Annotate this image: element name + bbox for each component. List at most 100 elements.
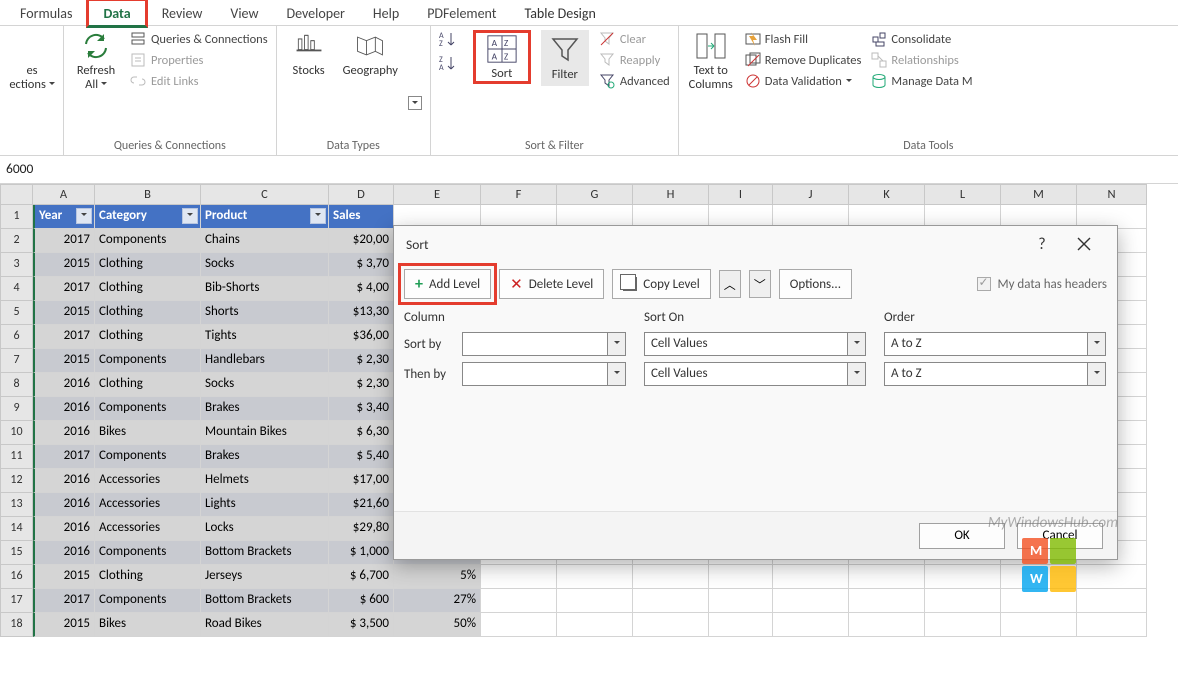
- cell-year[interactable]: 2015: [33, 613, 95, 637]
- cell-sales[interactable]: $36,00: [329, 325, 394, 349]
- cell-category[interactable]: Accessories: [95, 517, 201, 541]
- col-header-G[interactable]: G: [557, 184, 633, 205]
- options-button[interactable]: Options...: [779, 269, 852, 299]
- col-header-H[interactable]: H: [633, 184, 709, 205]
- cell-sales[interactable]: $ 2,30: [329, 349, 394, 373]
- row-header[interactable]: 5: [0, 301, 33, 325]
- tab-view[interactable]: View: [216, 1, 272, 25]
- cell-category[interactable]: Bikes: [95, 613, 201, 637]
- row-header[interactable]: 3: [0, 253, 33, 277]
- header-sales[interactable]: Sales: [329, 205, 394, 229]
- cell[interactable]: [557, 613, 633, 637]
- cell-sales[interactable]: $13,30: [329, 301, 394, 325]
- cell-year[interactable]: 2017: [33, 277, 95, 301]
- col-header-I[interactable]: I: [709, 184, 773, 205]
- sort-order-combo[interactable]: A to Z: [884, 362, 1106, 386]
- cell-year[interactable]: 2016: [33, 421, 95, 445]
- cell-product[interactable]: Helmets: [201, 469, 329, 493]
- col-header-J[interactable]: J: [773, 184, 849, 205]
- cell-sales[interactable]: $ 3,70: [329, 253, 394, 277]
- datatypes-expand-button[interactable]: [408, 96, 422, 110]
- col-header-D[interactable]: D: [329, 184, 394, 205]
- cell-product[interactable]: Brakes: [201, 445, 329, 469]
- formula-bar[interactable]: 6000: [0, 156, 1178, 184]
- cell[interactable]: [481, 589, 557, 613]
- cell-year[interactable]: 2015: [33, 349, 95, 373]
- cell[interactable]: [709, 589, 773, 613]
- col-header-B[interactable]: B: [95, 184, 201, 205]
- cell[interactable]: [481, 613, 557, 637]
- cell[interactable]: [709, 613, 773, 637]
- cell-category[interactable]: Components: [95, 229, 201, 253]
- cell[interactable]: [849, 565, 925, 589]
- cell-category[interactable]: Components: [95, 349, 201, 373]
- cell-year[interactable]: 2017: [33, 589, 95, 613]
- tab-review[interactable]: Review: [148, 1, 217, 25]
- cell[interactable]: [1077, 613, 1147, 637]
- cell-sales[interactable]: $ 4,00: [329, 277, 394, 301]
- cell-year[interactable]: 2016: [33, 397, 95, 421]
- cell[interactable]: [849, 613, 925, 637]
- cell-sales[interactable]: $ 6,30: [329, 421, 394, 445]
- cell[interactable]: [925, 565, 1001, 589]
- cell-category[interactable]: Clothing: [95, 277, 201, 301]
- cell-sales[interactable]: $20,00: [329, 229, 394, 253]
- cell-product[interactable]: Socks: [201, 373, 329, 397]
- data-validation-button[interactable]: Data Validation: [745, 72, 862, 90]
- add-level-button[interactable]: +Add Level: [404, 269, 491, 299]
- cell-sales[interactable]: $ 3,40: [329, 397, 394, 421]
- row-header[interactable]: 18: [0, 613, 33, 637]
- row-header[interactable]: 11: [0, 445, 33, 469]
- col-header-M[interactable]: M: [1001, 184, 1077, 205]
- sort-column-combo[interactable]: [462, 362, 626, 386]
- row-header[interactable]: 9: [0, 397, 33, 421]
- cell[interactable]: [557, 565, 633, 589]
- cell-sales[interactable]: $29,80: [329, 517, 394, 541]
- sort-order-combo[interactable]: A to Z: [884, 332, 1106, 356]
- row-header[interactable]: 17: [0, 589, 33, 613]
- cell-year[interactable]: 2015: [33, 253, 95, 277]
- consolidate-button[interactable]: Consolidate: [871, 30, 972, 48]
- col-header-N[interactable]: N: [1077, 184, 1147, 205]
- advanced-filter-button[interactable]: Advanced: [599, 72, 670, 90]
- flash-fill-button[interactable]: Flash Fill: [745, 30, 862, 48]
- row-header[interactable]: 2: [0, 229, 33, 253]
- cell-product[interactable]: Locks: [201, 517, 329, 541]
- cell[interactable]: [1077, 589, 1147, 613]
- header-product[interactable]: Product: [201, 205, 329, 229]
- cell-sales[interactable]: $ 2,30: [329, 373, 394, 397]
- cell-year[interactable]: 2015: [33, 301, 95, 325]
- row-header[interactable]: 4: [0, 277, 33, 301]
- filter-button[interactable]: Filter: [541, 30, 589, 86]
- tab-data[interactable]: Data: [86, 0, 147, 28]
- cell-pct[interactable]: 5%: [394, 565, 481, 589]
- cell-category[interactable]: Components: [95, 445, 201, 469]
- cell-sales[interactable]: $17,00: [329, 469, 394, 493]
- cell-category[interactable]: Bikes: [95, 421, 201, 445]
- filter-dd-category[interactable]: [182, 208, 198, 224]
- sort-button[interactable]: AZAZ Sort: [478, 33, 526, 81]
- cell[interactable]: [773, 613, 849, 637]
- cell[interactable]: [633, 589, 709, 613]
- col-header-K[interactable]: K: [849, 184, 925, 205]
- cell-year[interactable]: 2016: [33, 373, 95, 397]
- cell-year[interactable]: 2017: [33, 445, 95, 469]
- cell-year[interactable]: 2016: [33, 493, 95, 517]
- row-header[interactable]: 1: [0, 205, 33, 229]
- cell[interactable]: [773, 565, 849, 589]
- cell-sales[interactable]: $ 5,40: [329, 445, 394, 469]
- cell[interactable]: [481, 565, 557, 589]
- cell-category[interactable]: Clothing: [95, 301, 201, 325]
- cell[interactable]: [925, 589, 1001, 613]
- cell-product[interactable]: Mountain Bikes: [201, 421, 329, 445]
- cell[interactable]: [709, 565, 773, 589]
- cell[interactable]: [1077, 565, 1147, 589]
- row-header[interactable]: 13: [0, 493, 33, 517]
- col-header-L[interactable]: L: [925, 184, 1001, 205]
- cell-product[interactable]: Handlebars: [201, 349, 329, 373]
- header-year[interactable]: Year: [33, 205, 95, 229]
- cell-year[interactable]: 2015: [33, 565, 95, 589]
- cell-category[interactable]: Clothing: [95, 373, 201, 397]
- cell-category[interactable]: Clothing: [95, 253, 201, 277]
- cell[interactable]: [925, 613, 1001, 637]
